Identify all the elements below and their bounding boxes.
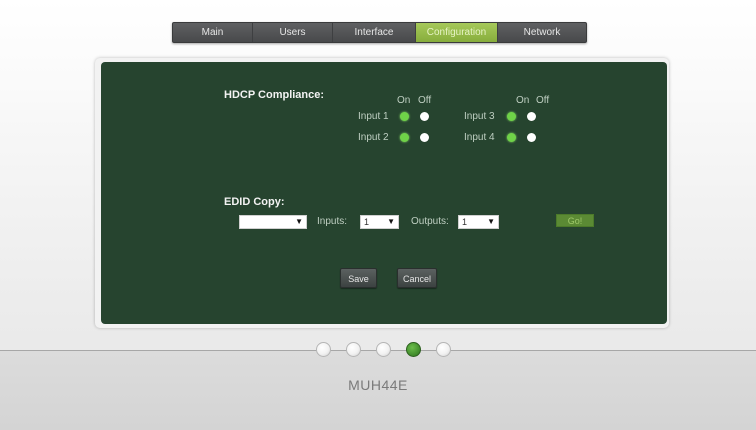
page-root: Main Users Interface Configuration Netwo… (0, 0, 756, 430)
hdcp-input-4-label: Input 4 (464, 132, 495, 143)
save-button[interactable]: Save (340, 268, 377, 288)
edid-inputs-label: Inputs: (317, 216, 348, 227)
device-model-label: MUH44E (348, 377, 408, 393)
tab-main[interactable]: Main (173, 23, 253, 42)
edid-outputs-select[interactable]: 1 ▼ (458, 215, 499, 229)
tab-configuration[interactable]: Configuration (416, 23, 498, 42)
page-dot-5[interactable] (436, 342, 451, 357)
dropdown-arrow-icon: ▼ (295, 217, 303, 226)
hdcp-on-header-right: On (516, 95, 530, 106)
dropdown-arrow-icon: ▼ (387, 217, 395, 226)
edid-copy-title: EDID Copy: (224, 196, 285, 208)
hdcp-off-header-right: Off (536, 95, 550, 106)
edid-outputs-label: Outputs: (411, 216, 449, 227)
hdcp-input-1-on-radio[interactable] (400, 112, 409, 121)
edid-source-select[interactable]: ▼ (239, 215, 307, 229)
hdcp-input-2-label: Input 2 (358, 132, 389, 143)
hdcp-on-header-left: On (397, 95, 411, 106)
edid-inputs-value: 1 (364, 217, 370, 227)
hdcp-input-2-on-radio[interactable] (400, 133, 409, 142)
cancel-button[interactable]: Cancel (397, 268, 437, 288)
edid-go-button[interactable]: Go! (556, 214, 594, 227)
page-dot-4[interactable] (406, 342, 421, 357)
hdcp-input-2-off-radio[interactable] (420, 133, 429, 142)
hdcp-input-3-label: Input 3 (464, 111, 495, 122)
hdcp-input-1-label: Input 1 (358, 111, 389, 122)
tab-network[interactable]: Network (498, 23, 586, 42)
dropdown-arrow-icon: ▼ (487, 217, 495, 226)
page-dot-1[interactable] (316, 342, 331, 357)
hdcp-input-3-off-radio[interactable] (527, 112, 536, 121)
hdcp-input-4-on-radio[interactable] (507, 133, 516, 142)
hdcp-off-header-left: Off (418, 95, 432, 106)
page-dot-3[interactable] (376, 342, 391, 357)
tab-users[interactable]: Users (253, 23, 333, 42)
tab-interface[interactable]: Interface (333, 23, 416, 42)
hdcp-input-4-off-radio[interactable] (527, 133, 536, 142)
hdcp-input-3-on-radio[interactable] (507, 112, 516, 121)
edid-outputs-value: 1 (462, 217, 468, 227)
configuration-panel: HDCP Compliance: On Off On Off Input 1 I… (101, 62, 667, 324)
hdcp-compliance-title: HDCP Compliance: (224, 89, 325, 101)
hdcp-input-1-off-radio[interactable] (420, 112, 429, 121)
main-nav-tabs: Main Users Interface Configuration Netwo… (172, 22, 587, 43)
edid-inputs-select[interactable]: 1 ▼ (360, 215, 399, 229)
page-dot-2[interactable] (346, 342, 361, 357)
